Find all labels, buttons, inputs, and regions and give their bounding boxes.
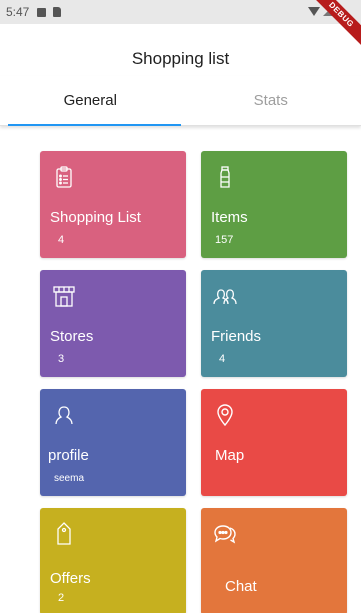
wifi-icon: [308, 6, 320, 16]
tile-label: profile: [48, 447, 89, 464]
status-time: 5:47: [6, 5, 30, 19]
tile-label: Stores: [50, 328, 94, 345]
tile-map[interactable]: Map: [201, 389, 347, 496]
notification-icon: [37, 7, 47, 17]
status-bar: 5:47 DEBUG: [0, 0, 361, 49]
page-title: Shopping list: [131, 49, 230, 68]
tile-subtitle: seema: [54, 473, 85, 484]
people-icon: [213, 289, 237, 305]
tile-shopping-list[interactable]: Shopping List 4: [40, 151, 186, 258]
tag-icon: [57, 522, 71, 545]
tile-count: 3: [58, 353, 65, 365]
tab-general[interactable]: General: [0, 76, 181, 126]
tile-offers[interactable]: Offers 2: [40, 508, 186, 613]
store-icon: [53, 286, 75, 307]
tile-count: 2: [58, 592, 65, 604]
person-icon: [55, 406, 73, 425]
tile-label: Items: [211, 209, 248, 226]
tile-label: Shopping List: [50, 209, 141, 226]
map-pin-icon: [217, 404, 233, 427]
tile-chat[interactable]: Chat: [201, 508, 347, 613]
chat-bubbles-icon: [214, 525, 236, 544]
tile-profile[interactable]: profile seema: [40, 389, 186, 496]
bottle-icon: [220, 166, 230, 188]
tile-count: 4: [219, 353, 226, 365]
sd-card-icon: [53, 7, 62, 17]
dashboard-grid: Shopping List 4 Items 157 Stores 3 Frien…: [40, 151, 347, 613]
clipboard-list-icon: [56, 166, 72, 188]
tab-bar: General Stats: [0, 76, 361, 126]
tile-label: Chat: [225, 578, 257, 595]
tile-label: Friends: [211, 328, 262, 345]
tile-label: Map: [215, 447, 245, 464]
tile-label: Offers: [50, 570, 91, 587]
tab-stats[interactable]: Stats: [181, 76, 361, 125]
tile-friends[interactable]: Friends 4: [201, 270, 347, 377]
tile-count: 157: [215, 234, 234, 246]
tile-stores[interactable]: Stores 3: [40, 270, 186, 377]
tile-count: 4: [58, 234, 65, 246]
tile-items[interactable]: Items 157: [201, 151, 347, 258]
